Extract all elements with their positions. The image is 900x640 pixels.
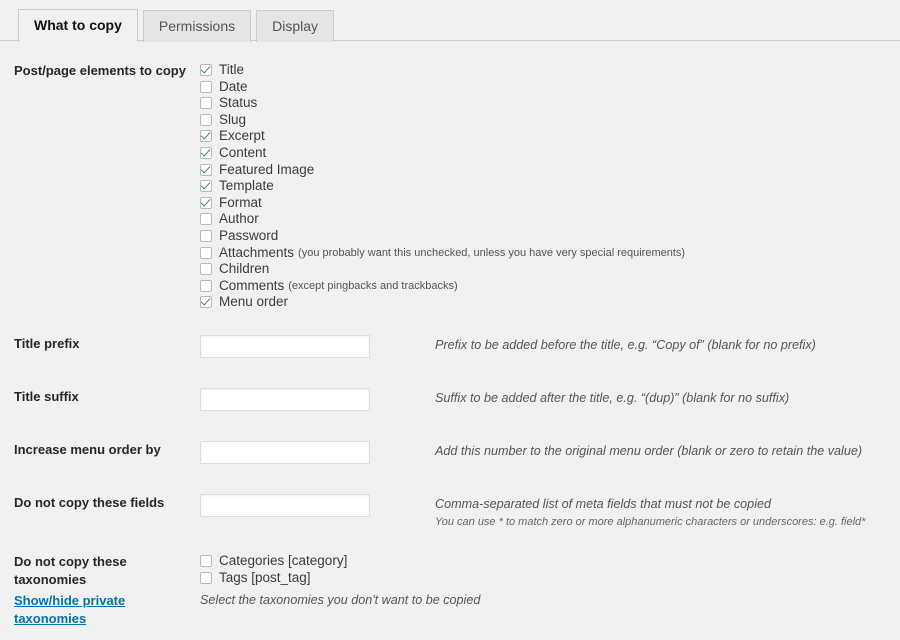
excluded-fields-input[interactable] (200, 493, 370, 517)
checkbox-date[interactable] (200, 80, 212, 93)
form-row-excluded-fields: Do not copy these fields Comma-separated… (0, 482, 900, 542)
checkbox-item-comments[interactable]: Comments (except pingbacks and trackback… (200, 278, 890, 295)
checkbox-item-template[interactable]: Template (200, 178, 890, 195)
label-excluded-taxonomies-line1: Do not copy these (14, 553, 127, 569)
checkbox-label-menu-order: Menu order (219, 294, 289, 310)
checkbox-label-tags: Tags [post_tag] (219, 569, 311, 585)
checkbox-label-attachments: Attachments (219, 244, 295, 260)
title-suffix-input[interactable] (200, 387, 370, 411)
checkbox-item-content[interactable]: Content (200, 145, 890, 162)
checkbox-note-comments: (except pingbacks and trackbacks) (288, 279, 458, 292)
checkbox-label-date: Date (219, 78, 248, 94)
checkbox-tags[interactable] (200, 571, 212, 584)
form-row-increase-menu-order: Increase menu order by Add this number t… (0, 429, 900, 482)
checkbox-item-password[interactable]: Password (200, 228, 890, 245)
checkbox-status[interactable] (200, 97, 212, 110)
control-excluded-fields (200, 482, 435, 542)
increase-menu-order-input[interactable] (200, 440, 370, 464)
checkbox-item-status[interactable]: Status (200, 95, 890, 112)
checkbox-item-author[interactable]: Author (200, 211, 890, 228)
desc-increase-menu-order: Add this number to the original menu ord… (435, 429, 900, 482)
control-increase-menu-order (200, 429, 435, 482)
checkbox-label-template: Template (219, 178, 274, 194)
checkbox-item-title[interactable]: Title (200, 62, 890, 79)
checkbox-item-slug[interactable]: Slug (200, 112, 890, 129)
checkbox-children[interactable] (200, 263, 212, 276)
desc-text-excluded-taxonomies: Select the taxonomies you don't want to … (200, 593, 481, 608)
checkbox-item-tags[interactable]: Tags [post_tag] (200, 570, 890, 587)
tab-display[interactable]: Display (256, 10, 335, 42)
label-title-prefix: Title prefix (14, 335, 80, 351)
checkbox-item-categories[interactable]: Categories [category] (200, 553, 890, 570)
tab-list: What to copy Permissions Display (18, 0, 900, 43)
desc-text-excluded-fields: Comma-separated list of meta fields that… (435, 496, 771, 511)
checkbox-attachments[interactable] (200, 246, 212, 259)
checkbox-featured-image[interactable] (200, 163, 212, 176)
show-hide-private-taxonomies-link[interactable]: Show/hide private taxonomies (14, 592, 190, 628)
control-title-suffix (200, 376, 435, 429)
taxonomies-checkbox-group: Categories [category] Tags [post_tag] Se… (200, 542, 900, 640)
checkbox-item-date[interactable]: Date (200, 79, 890, 96)
elements-checkbox-group: Title Date Status Slug Excerpt Content F… (200, 50, 900, 323)
checkbox-item-attachments[interactable]: Attachments (you probably want this unch… (200, 245, 890, 262)
checkbox-item-excerpt[interactable]: Excerpt (200, 128, 890, 145)
checkbox-label-categories: Categories [category] (219, 552, 348, 568)
desc-title-suffix: Suffix to be added after the title, e.g.… (435, 376, 900, 429)
checkbox-item-menu-order[interactable]: Menu order (200, 294, 890, 311)
desc-text-excluded-fields-wildcard: You can use * to match zero or more alph… (435, 515, 866, 528)
desc-title-prefix: Prefix to be added before the title, e.g… (435, 323, 900, 376)
settings-form-table: Post/page elements to copy Title Date St… (0, 50, 900, 640)
checkbox-slug[interactable] (200, 113, 212, 126)
form-row-title-suffix: Title suffix Suffix to be added after th… (0, 376, 900, 429)
checkbox-label-content: Content (219, 144, 267, 160)
form-row-elements: Post/page elements to copy Title Date St… (0, 50, 900, 323)
checkbox-label-format: Format (219, 194, 262, 210)
checkbox-title[interactable] (200, 64, 212, 76)
label-excluded-taxonomies-line2: taxonomies (14, 571, 87, 587)
form-row-excluded-taxonomies: Do not copy these taxonomies Show/hide p… (0, 542, 900, 640)
checkbox-label-excerpt: Excerpt (219, 128, 265, 144)
checkbox-label-children: Children (219, 261, 270, 277)
checkbox-content[interactable] (200, 146, 212, 159)
label-excluded-taxonomies: Do not copy these taxonomies Show/hide p… (0, 542, 200, 640)
checkbox-password[interactable] (200, 229, 212, 242)
desc-text-title-prefix: Prefix to be added before the title, e.g… (435, 337, 816, 352)
tab-bar-container: What to copy Permissions Display (0, 0, 900, 43)
tab-what-to-copy[interactable]: What to copy (18, 9, 138, 43)
checkbox-comments[interactable] (200, 279, 212, 292)
label-post-page-elements: Post/page elements to copy (14, 63, 186, 78)
checkbox-categories[interactable] (200, 554, 212, 567)
elements-checkbox-list: Title Date Status Slug Excerpt Content F… (200, 62, 890, 311)
control-title-prefix (200, 323, 435, 376)
label-increase-menu-order: Increase menu order by (14, 441, 161, 457)
taxonomies-checkbox-list: Categories [category] Tags [post_tag] (200, 553, 890, 586)
checkbox-item-children[interactable]: Children (200, 261, 890, 278)
checkbox-item-format[interactable]: Format (200, 195, 890, 212)
checkbox-label-slug: Slug (219, 111, 247, 127)
label-title-suffix: Title suffix (14, 388, 79, 404)
checkbox-label-author: Author (219, 211, 259, 227)
checkbox-template[interactable] (200, 180, 212, 193)
desc-text-title-suffix: Suffix to be added after the title, e.g.… (435, 390, 790, 405)
checkbox-menu-order[interactable] (200, 296, 212, 309)
title-prefix-input[interactable] (200, 334, 370, 358)
form-row-title-prefix: Title prefix Prefix to be added before t… (0, 323, 900, 376)
checkbox-excerpt[interactable] (200, 130, 212, 143)
checkbox-label-password: Password (219, 227, 279, 243)
checkbox-item-featured-image[interactable]: Featured Image (200, 162, 890, 179)
checkbox-author[interactable] (200, 213, 212, 226)
checkbox-note-attachments: (you probably want this unchecked, unles… (298, 246, 686, 259)
checkbox-label-title: Title (219, 62, 245, 77)
desc-text-increase-menu-order: Add this number to the original menu ord… (435, 443, 863, 458)
desc-excluded-fields: Comma-separated list of meta fields that… (435, 482, 900, 542)
checkbox-label-status: Status (219, 95, 258, 111)
tab-permissions[interactable]: Permissions (142, 10, 252, 42)
checkbox-label-featured-image: Featured Image (219, 161, 315, 177)
label-excluded-fields: Do not copy these fields (14, 494, 165, 510)
checkbox-format[interactable] (200, 196, 212, 209)
checkbox-label-comments: Comments (219, 277, 285, 293)
